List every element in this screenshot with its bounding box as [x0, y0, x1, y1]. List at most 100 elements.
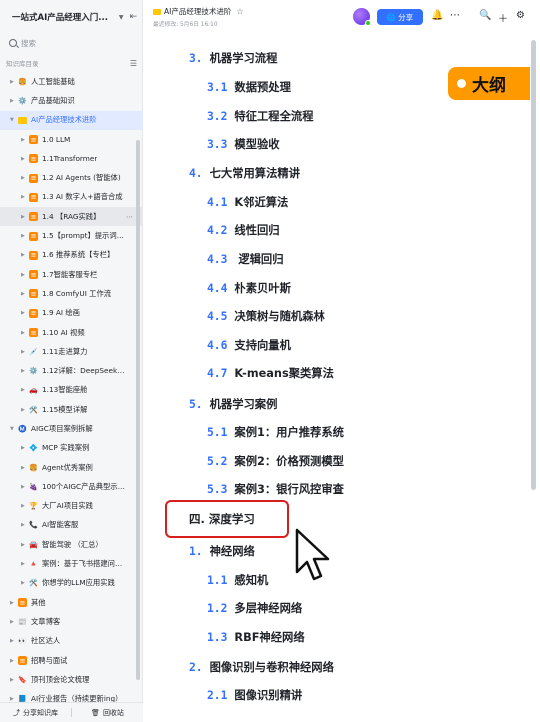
- settings-icon[interactable]: ⚙: [516, 10, 525, 21]
- outline-subheading[interactable]: 4.6 支持向量机: [207, 337, 291, 353]
- outline-subheading[interactable]: 4.5 决策树与随机森林: [207, 308, 325, 324]
- sidebar-tree-item[interactable]: ▶ 1.4 【RAG实践】 ⋯: [0, 207, 143, 227]
- expand-arrow-icon[interactable]: ▶: [10, 79, 16, 85]
- sidebar-tree-item[interactable]: ▼ AI产品经理技术进阶: [0, 110, 143, 130]
- expand-arrow-icon[interactable]: ▶: [21, 214, 27, 220]
- expand-arrow-icon[interactable]: ▶: [21, 156, 27, 162]
- sidebar-tree-item[interactable]: ▶ 🍔 人工智能基础: [0, 72, 143, 91]
- outline-subheading[interactable]: 4.1 K邻近算法: [207, 194, 288, 210]
- outline-heading[interactable]: 4. 七大常用算法精讲: [189, 165, 300, 181]
- expand-arrow-icon[interactable]: ▶: [21, 252, 27, 258]
- star-icon[interactable]: ☆: [236, 7, 243, 16]
- share-knowledge-base-button[interactable]: ⤴ 分享知识库: [0, 708, 71, 718]
- sidebar-tree-item[interactable]: ▶ 💠 MCP 实践案例: [0, 439, 143, 458]
- expand-arrow-icon[interactable]: ▶: [21, 368, 27, 374]
- sidebar-tree-item[interactable]: ▶ 🛠️ 1.15模型详解: [0, 400, 143, 419]
- expand-arrow-icon[interactable]: ▶: [21, 561, 27, 567]
- expand-arrow-icon[interactable]: ▶: [21, 272, 27, 278]
- sidebar-tree-item[interactable]: ▶ 🔖 顶刊顶会论文梳理: [0, 670, 143, 689]
- outline-subheading[interactable]: 2.1 图像识别精讲: [207, 687, 302, 703]
- sidebar-tree-item[interactable]: ▶ 🍔 Agent优秀案例: [0, 458, 143, 477]
- outline-subheading[interactable]: 1.2 多层神经网络: [207, 600, 302, 616]
- share-button[interactable]: 🌐 分享: [377, 9, 423, 25]
- expand-arrow-icon[interactable]: ▶: [21, 233, 27, 239]
- expand-arrow-icon[interactable]: ▼: [10, 117, 16, 123]
- sidebar-tree-item[interactable]: ▶ 其他: [0, 593, 143, 612]
- expand-arrow-icon[interactable]: ▶: [10, 98, 16, 104]
- sidebar-tree-item[interactable]: ▶ 1.2 AI Agents (智能体): [0, 168, 143, 187]
- recycle-bin-button[interactable]: 🗑 回收站: [72, 708, 143, 718]
- outline-subheading[interactable]: 3.2 特征工程全流程: [207, 108, 314, 124]
- expand-arrow-icon[interactable]: ▶: [21, 522, 27, 528]
- sidebar-tree-item[interactable]: ▶ 🚗 1.13智能座舱: [0, 381, 143, 400]
- outline-subheading[interactable]: 3.1 数据预处理: [207, 79, 291, 95]
- outline-subheading[interactable]: 5.2 案例2：价格预测模型: [207, 453, 344, 469]
- sidebar-tree-item[interactable]: ▶ 1.8 ComfyUI 工作流: [0, 284, 143, 303]
- sidebar-tree-item[interactable]: ▶ ⚙️ 产品基础知识: [0, 91, 143, 110]
- expand-arrow-icon[interactable]: ▶: [10, 658, 16, 664]
- expand-arrow-icon[interactable]: ▶: [21, 484, 27, 490]
- expand-arrow-icon[interactable]: ▶: [21, 330, 27, 336]
- knowledge-base-title[interactable]: 一站式AI产品经理入门...: [12, 11, 115, 23]
- expand-arrow-icon[interactable]: ▶: [21, 580, 27, 586]
- outline-heading[interactable]: 2. 图像识别与卷积神经网络: [189, 659, 334, 675]
- sidebar-scrollbar[interactable]: [136, 140, 140, 680]
- outline-subheading[interactable]: 4.2 线性回归: [207, 222, 280, 238]
- expand-arrow-icon[interactable]: ▶: [21, 175, 27, 181]
- outline-subheading[interactable]: 4.3 逻辑回归: [207, 251, 284, 267]
- outline-subheading[interactable]: 1.1 感知机: [207, 572, 268, 588]
- sidebar-tree-item[interactable]: ▶ 1.3 AI 数字人+語音合成: [0, 188, 143, 207]
- sort-icon[interactable]: ☰: [130, 59, 137, 68]
- add-icon[interactable]: ＋: [498, 10, 508, 25]
- collapse-sidebar-icon[interactable]: ⇤: [129, 12, 137, 22]
- expand-arrow-icon[interactable]: ▶: [10, 600, 16, 606]
- sidebar-tree-item[interactable]: ▶ 1.5【prompt】提示词工程: [0, 226, 143, 245]
- sidebar-tree-item[interactable]: ▶ 1.9 AI 绘画: [0, 304, 143, 323]
- section-heading-deep-learning[interactable]: 四. 深度学习: [189, 511, 255, 527]
- outline-subheading[interactable]: 1.3 RBF神经网络: [207, 629, 305, 645]
- doc-title[interactable]: AI产品经理技术进阶: [164, 6, 231, 17]
- sidebar-tree-item[interactable]: ▶ 💉 1.11走进算力: [0, 342, 143, 361]
- sidebar-tree-item[interactable]: ▶ 📰 文章博客: [0, 612, 143, 631]
- expand-arrow-icon[interactable]: ▶: [21, 542, 27, 548]
- expand-arrow-icon[interactable]: ▶: [21, 503, 27, 509]
- expand-arrow-icon[interactable]: ▶: [21, 407, 27, 413]
- expand-arrow-icon[interactable]: ▶: [21, 465, 27, 471]
- bell-icon[interactable]: 🔔: [431, 10, 443, 21]
- sidebar-tree-item[interactable]: ▶ 🔺 案例：基于飞书搭建问答...: [0, 554, 143, 573]
- sidebar-tree-item[interactable]: ▶ 1.0 LLM: [0, 130, 143, 149]
- sidebar-search[interactable]: 搜索: [6, 34, 137, 52]
- sidebar-tree-item[interactable]: ▼ Ⓜ️ AIGC项目案例拆解: [0, 419, 143, 438]
- sidebar-tree-item[interactable]: ▶ 🛠️ 你想学的LLM应用实践: [0, 574, 143, 593]
- expand-arrow-icon[interactable]: ▶: [10, 638, 16, 644]
- sidebar-tree-item[interactable]: ▶ 1.7智能客服专栏: [0, 265, 143, 284]
- outline-subheading[interactable]: 5.1 案例1：用户推荐系统: [207, 424, 344, 440]
- expand-arrow-icon[interactable]: ▶: [10, 619, 16, 625]
- search-icon[interactable]: 🔍: [479, 10, 491, 21]
- expand-arrow-icon[interactable]: ▶: [21, 310, 27, 316]
- sidebar-tree-item[interactable]: ▶ 🏆 大厂AI项目实践: [0, 497, 143, 516]
- expand-arrow-icon[interactable]: ▶: [21, 194, 27, 200]
- document-scrollbar[interactable]: [531, 40, 536, 490]
- sidebar-tree-item[interactable]: ▶ 招聘与面试: [0, 651, 143, 670]
- sidebar-tree-item[interactable]: ▶ 🍇 100个AIGC产品典型示范...: [0, 477, 143, 496]
- outline-heading[interactable]: 5. 机器学习案例: [189, 396, 277, 412]
- chevron-down-icon[interactable]: ▼: [119, 14, 124, 21]
- more-icon[interactable]: ⋯: [450, 10, 460, 21]
- avatar[interactable]: [353, 8, 371, 26]
- sidebar-tree-item[interactable]: ▶ 🚘 智能驾驶 （汇总）: [0, 535, 143, 554]
- expand-arrow-icon[interactable]: ▶: [21, 445, 27, 451]
- expand-arrow-icon[interactable]: ▼: [10, 426, 16, 432]
- sidebar-tree-item[interactable]: ▶ ⚙️ 1.12详解：DeepSeek深...: [0, 361, 143, 380]
- outline-subheading[interactable]: 5.3 案例3：银行风控审查: [207, 481, 344, 497]
- expand-arrow-icon[interactable]: ▶: [10, 677, 16, 683]
- expand-arrow-icon[interactable]: ▶: [21, 291, 27, 297]
- expand-arrow-icon[interactable]: ▶: [21, 349, 27, 355]
- outline-heading[interactable]: 1. 神经网络: [189, 543, 255, 559]
- sidebar-tree-item[interactable]: ▶ 1.6 推荐系统【专栏】: [0, 246, 143, 265]
- sidebar-tree-item[interactable]: ▶ 👀 社区达人: [0, 632, 143, 651]
- outline-heading[interactable]: 3. 机器学习流程: [189, 50, 277, 66]
- outline-subheading[interactable]: 3.3 模型验收: [207, 136, 280, 152]
- outline-subheading[interactable]: 4.7 K-means聚类算法: [207, 365, 334, 381]
- expand-arrow-icon[interactable]: ▶: [21, 137, 27, 143]
